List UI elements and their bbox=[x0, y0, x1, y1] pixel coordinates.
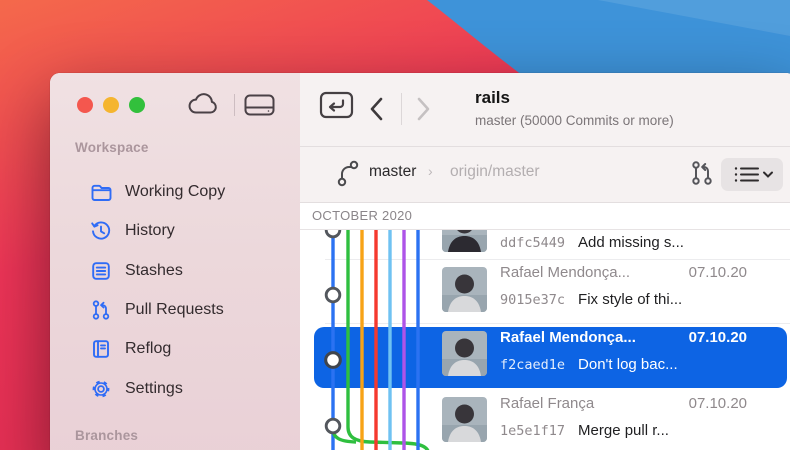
cloud-sync-button[interactable] bbox=[185, 91, 221, 119]
commit-node[interactable] bbox=[326, 419, 340, 433]
commit-author: Rafael Mendonça... bbox=[500, 264, 630, 281]
drive-icon bbox=[246, 96, 274, 115]
sidebar-item-pull-requests[interactable]: Pull Requests bbox=[50, 295, 300, 325]
selected-commit-node[interactable] bbox=[326, 353, 341, 368]
commit-hash: f2caed1e bbox=[500, 357, 565, 373]
app-window: Workspace Working Copy bbox=[50, 73, 790, 450]
commit-date: 07.10.20 bbox=[689, 395, 747, 412]
commit-node[interactable] bbox=[326, 288, 340, 302]
history-icon bbox=[90, 220, 112, 242]
sidebar-item-label: Stashes bbox=[125, 262, 183, 280]
commit-list: ddfc5449 Add missing s... Rafael Mendonç… bbox=[300, 203, 790, 450]
settings-gear-icon bbox=[90, 378, 112, 400]
commit-row[interactable]: Rafael Mendonça... 07.10.20 9015e37c Fix… bbox=[500, 264, 747, 312]
commit-date: 07.10.20 bbox=[689, 264, 747, 281]
commit-graph bbox=[300, 203, 440, 450]
commit-message: Fix style of thi... bbox=[578, 291, 682, 308]
commit-message: Merge pull r... bbox=[578, 422, 669, 439]
commit-row-selected[interactable]: Rafael Mendonça... 07.10.20 f2caed1e Don… bbox=[500, 329, 747, 377]
sidebar-item-label: Pull Requests bbox=[125, 301, 224, 319]
sidebar-item-settings[interactable]: Settings bbox=[50, 374, 300, 404]
screen: Workspace Working Copy bbox=[0, 0, 790, 450]
avatar bbox=[442, 331, 487, 376]
main-panel: rails master (50000 Commits or more) mas… bbox=[300, 73, 790, 450]
commit-author: Rafael Mendonça... bbox=[500, 329, 636, 346]
local-drive-button[interactable] bbox=[243, 91, 277, 119]
commit-message: Don't log bac... bbox=[578, 356, 678, 373]
window-subtitle: master (50000 Commits or more) bbox=[475, 111, 674, 130]
stashes-icon bbox=[90, 260, 112, 282]
commit-hash: 9015e37c bbox=[500, 292, 565, 308]
month-section-header: OCTOBER 2020 bbox=[300, 203, 790, 230]
forward-button-disabled[interactable] bbox=[412, 95, 434, 123]
commit-row[interactable]: ddfc5449 Add missing s... bbox=[500, 234, 747, 255]
sidebar: Workspace Working Copy bbox=[50, 73, 301, 450]
commit-date: 07.10.20 bbox=[689, 329, 747, 346]
tracking-branch[interactable]: origin/master bbox=[450, 163, 540, 181]
sidebar-item-label: Reflog bbox=[125, 340, 171, 358]
repo-box-icon bbox=[321, 93, 352, 117]
back-button[interactable] bbox=[366, 95, 388, 123]
chevron-left-icon bbox=[372, 99, 381, 119]
reflog-icon bbox=[90, 338, 112, 360]
sidebar-item-label: Settings bbox=[125, 380, 183, 398]
chevron-right-icon bbox=[419, 99, 428, 119]
zoom-window-button[interactable] bbox=[129, 97, 145, 113]
avatar bbox=[442, 267, 487, 312]
sidebar-item-label: History bbox=[125, 222, 175, 240]
minimize-window-button[interactable] bbox=[103, 97, 119, 113]
sidebar-item-working-copy[interactable]: Working Copy bbox=[50, 177, 300, 207]
branch-bar: master › origin/master bbox=[300, 147, 790, 203]
repository-button[interactable] bbox=[319, 89, 355, 121]
list-view-dropdown[interactable] bbox=[721, 158, 783, 191]
pull-request-icon bbox=[90, 299, 112, 321]
git-branch-icon bbox=[336, 158, 360, 188]
avatar bbox=[442, 397, 487, 442]
current-branch[interactable]: master bbox=[369, 163, 416, 181]
commit-hash: 1e5e1f17 bbox=[500, 423, 565, 439]
nav-divider bbox=[401, 93, 402, 125]
folder-icon bbox=[90, 181, 112, 203]
commit-row[interactable]: Rafael França 07.10.20 1e5e1f17 Merge pu… bbox=[500, 395, 747, 443]
close-window-button[interactable] bbox=[77, 97, 93, 113]
branch-chevron: › bbox=[428, 163, 433, 179]
window-title: rails bbox=[475, 88, 674, 108]
sidebar-section-branches: Branches bbox=[75, 428, 138, 443]
toolbar-divider bbox=[234, 94, 235, 116]
sidebar-item-reflog[interactable]: Reflog bbox=[50, 334, 300, 364]
commit-author: Rafael França bbox=[500, 395, 594, 412]
sidebar-item-stashes[interactable]: Stashes bbox=[50, 256, 300, 286]
sidebar-section-workspace: Workspace bbox=[75, 140, 149, 155]
list-view-icon bbox=[735, 167, 737, 169]
cloud-icon bbox=[190, 94, 216, 112]
window-toolbar: rails master (50000 Commits or more) bbox=[300, 73, 790, 147]
chevron-down-icon bbox=[764, 173, 772, 177]
commit-hash: ddfc5449 bbox=[500, 235, 565, 251]
sidebar-item-history[interactable]: History bbox=[50, 216, 300, 246]
commit-message: Add missing s... bbox=[578, 234, 684, 251]
sidebar-item-label: Working Copy bbox=[125, 183, 225, 201]
pull-requests-button[interactable] bbox=[688, 158, 716, 188]
